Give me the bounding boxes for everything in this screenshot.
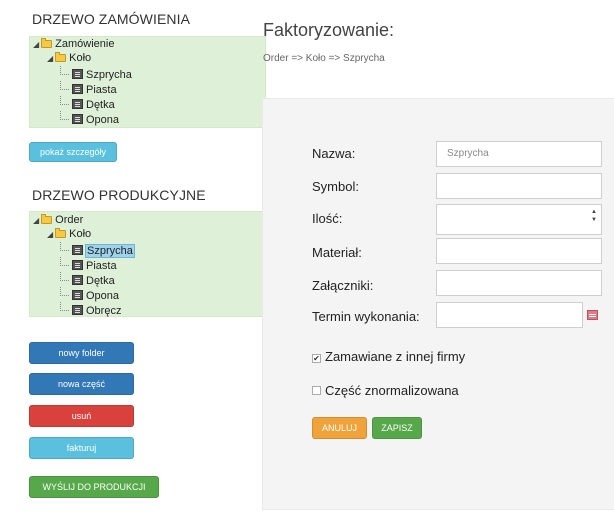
folder-icon	[41, 38, 53, 48]
folder-icon	[41, 214, 53, 224]
tree-node-opona[interactable]: Opona	[60, 287, 120, 302]
tree-node-kolo[interactable]: ◢ Koło	[47, 227, 91, 241]
checkbox-checked-icon[interactable]: ✔	[312, 354, 321, 363]
tree-node-label: Opona	[86, 114, 120, 126]
expand-arrow-icon[interactable]: ◢	[33, 216, 39, 225]
tree-node-label: Zamówienie	[55, 38, 115, 50]
tree-node-label: Dętka	[86, 99, 115, 111]
material-label: Materiał:	[312, 245, 362, 260]
file-icon	[72, 275, 83, 285]
tree-node-kolo[interactable]: ◢ Koło	[47, 51, 91, 65]
new-folder-button[interactable]: nowy folder	[29, 342, 134, 364]
quantity-stepper[interactable]: ▲ ▼	[436, 204, 602, 235]
tree-node-label: Opona	[86, 290, 120, 302]
tree-node-order[interactable]: ◢ Order	[33, 213, 83, 227]
invoice-button[interactable]: fakturuj	[29, 437, 134, 459]
send-to-production-button[interactable]: WYŚLIJ DO PRODUKCJI	[29, 476, 159, 498]
tree-node-label: Szprycha	[86, 69, 132, 81]
order-tree: ◢ Zamówienie ◢ Koło Szprycha Piasta Dętka …	[29, 36, 266, 128]
tree-node-label: Koło	[69, 52, 92, 64]
tree-node-piasta[interactable]: Piasta	[60, 257, 117, 272]
expand-arrow-icon[interactable]: ◢	[33, 40, 39, 49]
file-icon	[72, 84, 83, 94]
attachments-label: Załączniki:	[312, 278, 374, 293]
tree-node-label: Piasta	[86, 84, 117, 96]
file-icon	[72, 114, 83, 124]
tree-node-opona[interactable]: Opona	[60, 111, 120, 126]
production-tree-title: DRZEWO PRODUKCYJNE	[32, 187, 206, 203]
calendar-icon[interactable]	[587, 310, 598, 320]
show-details-button[interactable]: pokaż szczegóły	[29, 142, 117, 162]
tree-node-label: Szprycha	[85, 244, 135, 258]
cancel-button[interactable]: ANULUJ	[312, 417, 367, 439]
quantity-label: Ilość:	[312, 211, 343, 226]
new-part-button[interactable]: nowa część	[29, 373, 134, 395]
name-label: Nazwa:	[312, 146, 356, 161]
file-icon	[72, 69, 83, 79]
file-icon	[72, 290, 83, 300]
file-icon	[72, 305, 83, 315]
breadcrumb: Order => Koło => Szprycha	[263, 53, 385, 64]
delete-button[interactable]: usuń	[29, 405, 134, 427]
page-title: Faktoryzowanie:	[263, 20, 395, 40]
tree-node-label: Koło	[69, 228, 92, 240]
expand-arrow-icon[interactable]: ◢	[47, 54, 53, 63]
tree-node-label: Piasta	[86, 260, 117, 272]
tree-node-szprycha-selected[interactable]: Szprycha	[60, 242, 135, 258]
tree-node-detka[interactable]: Dętka	[60, 272, 115, 287]
file-icon	[72, 260, 83, 270]
spinner-arrows-icon[interactable]: ▲ ▼	[590, 208, 598, 224]
deadline-label: Termin wykonania:	[312, 309, 420, 324]
order-tree-title: DRZEWO ZAMÓWIENIA	[32, 11, 191, 27]
file-icon	[72, 99, 83, 109]
tree-node-piasta[interactable]: Piasta	[60, 81, 117, 96]
file-icon	[72, 245, 83, 255]
attachments-input[interactable]	[436, 270, 602, 296]
standardized-checkbox[interactable]: Część znormalizowana	[312, 383, 459, 398]
ordered-external-label: Zamawiane z innej firmy	[325, 349, 466, 364]
symbol-input[interactable]	[436, 173, 602, 199]
save-button[interactable]: ZAPISZ	[372, 417, 422, 439]
tree-node-szprycha[interactable]: Szprycha	[60, 66, 132, 81]
deadline-input[interactable]	[436, 302, 583, 328]
material-input[interactable]	[436, 238, 602, 264]
tree-node-label: Obręcz	[86, 305, 122, 317]
symbol-label: Symbol:	[312, 179, 359, 194]
tree-node-zamowienie[interactable]: ◢ Zamówienie	[33, 37, 114, 51]
name-input[interactable]: Szprycha	[436, 141, 602, 167]
tree-node-detka[interactable]: Dętka	[60, 96, 115, 111]
folder-icon	[55, 228, 67, 238]
expand-arrow-icon[interactable]: ◢	[47, 230, 53, 239]
tree-node-label: Dętka	[86, 275, 115, 287]
ordered-external-checkbox[interactable]: ✔ Zamawiane z innej firmy	[312, 349, 465, 364]
production-tree: ◢ Order ◢ Koło Szprycha Piasta Dętka Opona…	[29, 211, 266, 317]
checkbox-icon[interactable]	[312, 386, 321, 395]
folder-icon	[55, 52, 67, 62]
tree-node-obrecz[interactable]: Obręcz	[60, 302, 122, 317]
standardized-label: Część znormalizowana	[325, 383, 459, 398]
tree-node-label: Order	[55, 214, 84, 226]
